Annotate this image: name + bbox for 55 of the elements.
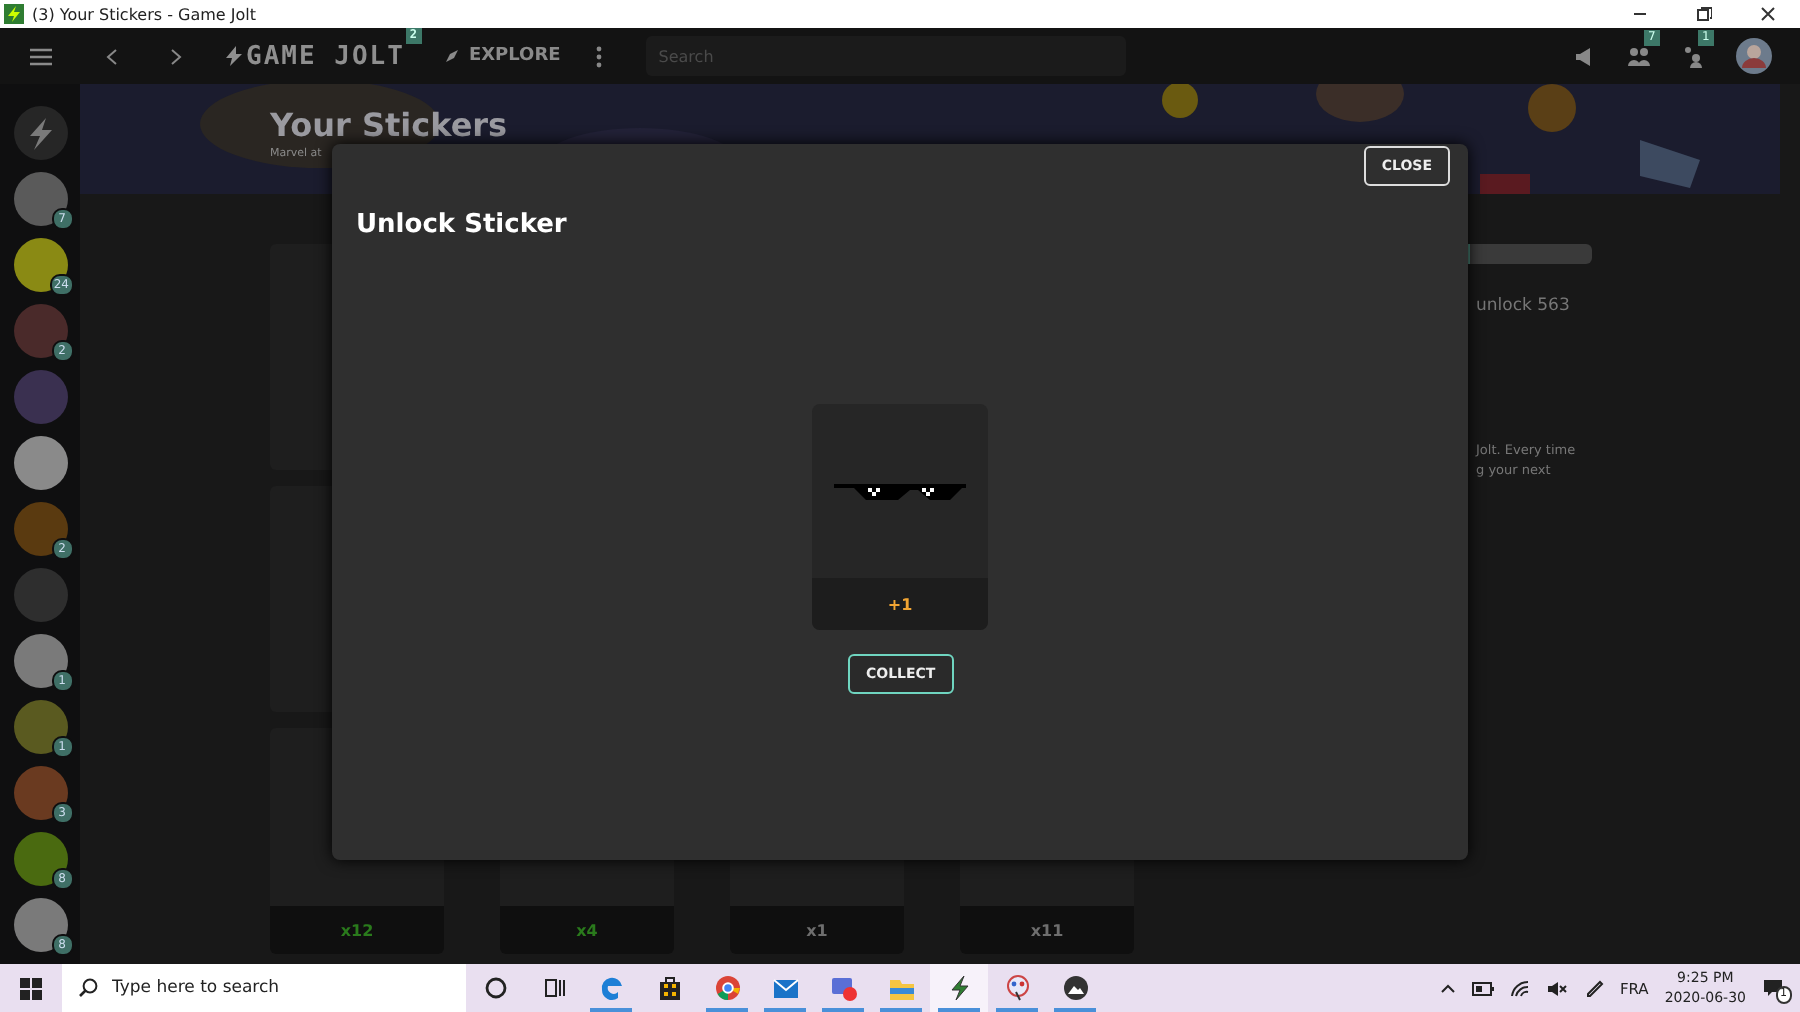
close-icon[interactable] (1760, 6, 1776, 22)
sunglasses-sticker (834, 481, 966, 501)
photos-icon (1061, 974, 1089, 1002)
battery-icon[interactable] (1471, 981, 1494, 995)
taskbar-app-button[interactable] (930, 964, 988, 1012)
taskbar-search-field[interactable]: Type here to search (62, 964, 466, 1012)
lightning-icon (945, 974, 973, 1002)
people-icon[interactable] (1628, 45, 1650, 67)
sticker-count: x12 (270, 906, 444, 954)
sticker-count: x11 (960, 906, 1134, 954)
community-avatar[interactable] (13, 766, 67, 820)
store-bag-icon (655, 974, 683, 1002)
sticker-count: x1 (730, 906, 904, 954)
modal-title: Unlock Sticker (356, 210, 567, 240)
home-icon[interactable] (13, 106, 67, 160)
lightning-icon (226, 46, 242, 66)
more-icon[interactable] (596, 45, 603, 67)
community-avatar[interactable] (13, 304, 67, 358)
megaphone-icon[interactable] (1574, 45, 1596, 67)
sticker-count: +1 (812, 578, 988, 630)
community-avatar[interactable] (13, 634, 67, 688)
pen-icon[interactable] (1583, 978, 1604, 998)
community-avatar[interactable] (13, 502, 67, 556)
restore-icon[interactable] (1696, 6, 1712, 22)
community-avatar[interactable] (13, 436, 67, 490)
community-avatar[interactable] (13, 700, 67, 754)
browser-icon (597, 974, 625, 1002)
recorder-icon (829, 974, 857, 1002)
wifi-icon[interactable] (1509, 979, 1530, 997)
muted-speaker-icon[interactable] (1545, 979, 1568, 997)
chrome-icon (713, 974, 741, 1002)
folder-icon (887, 974, 915, 1002)
forward-icon[interactable] (170, 47, 182, 65)
windows-start-icon[interactable] (20, 977, 42, 999)
community-avatar[interactable] (13, 238, 67, 292)
page-title: Your Stickers (270, 106, 508, 144)
back-icon[interactable] (106, 47, 118, 65)
community-avatar[interactable] (13, 832, 67, 886)
person-icon[interactable] (1682, 45, 1704, 67)
avatar[interactable] (1736, 38, 1772, 74)
task-view-icon (539, 974, 567, 1002)
sticker-count: x4 (500, 906, 674, 954)
compass-icon (444, 48, 461, 64)
app-icon (4, 4, 24, 24)
cortana-icon (481, 974, 509, 1002)
menu-icon[interactable] (30, 47, 52, 65)
community-avatar[interactable] (13, 898, 67, 952)
window-title: (3) Your Stickers - Game Jolt (32, 5, 259, 23)
paint-palette-icon (1003, 974, 1031, 1002)
explore-link[interactable]: EXPLORE (444, 46, 561, 66)
search-icon (78, 978, 98, 998)
community-avatar[interactable] (13, 172, 67, 226)
caret-up-icon[interactable] (1439, 982, 1456, 994)
info-text: unlock 563 (1476, 296, 1572, 316)
mail-icon (771, 974, 799, 1002)
